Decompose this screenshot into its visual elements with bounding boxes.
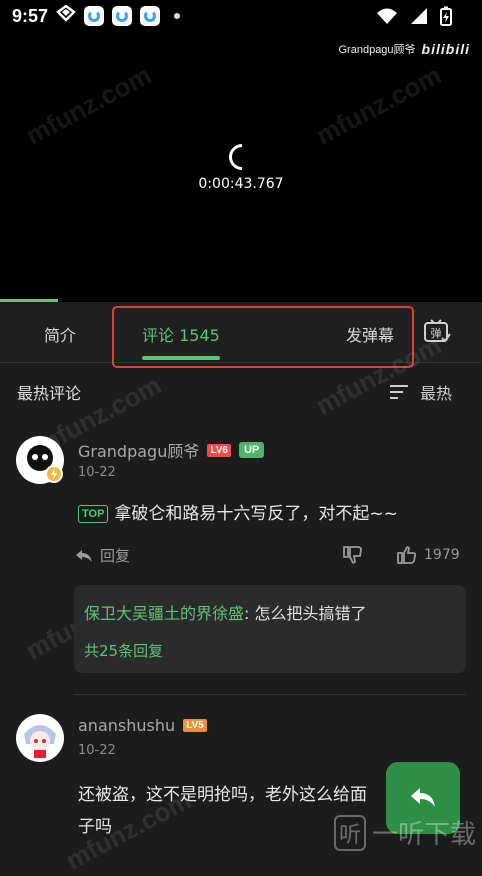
status-bar: 9:57 (0, 0, 482, 32)
thumbs-up-icon (397, 546, 417, 564)
dislike-button[interactable] (342, 545, 364, 569)
app-notification-icon (140, 6, 161, 26)
section-title: 最热评论 (17, 384, 82, 403)
view-all-replies-link[interactable]: 共25条回复 (84, 640, 163, 661)
comment-date: 10-22 (78, 465, 116, 480)
video-timecode: 0:00:43.767 (198, 176, 284, 192)
video-player[interactable]: Grandpagu顾爷 bilibili 0:00:43.767 mfunz.c… (0, 0, 482, 302)
danmaku-icon-label: 弹 (431, 326, 442, 340)
site-watermark-icon: 听 (333, 814, 366, 851)
highlight-annotation-box (112, 306, 414, 368)
reply-button[interactable]: 回复 (74, 545, 130, 566)
sub-reply-line: 保卫大吴疆土的界徐盛: 怎么把头搞错了 (84, 604, 367, 623)
more-notifications-dot-icon (174, 13, 181, 19)
danmaku-toggle-icon[interactable]: 弹 (423, 318, 451, 344)
status-time: 9:57 (12, 5, 49, 26)
battery-charging-icon (440, 6, 452, 31)
comment-username[interactable]: ananshushu LV5 (78, 716, 207, 735)
avatar[interactable] (16, 436, 64, 484)
comment-username[interactable]: Grandpagu顾爷 LV6 UP (78, 438, 265, 462)
comment-text: TOP 拿破仑和路易十六写反了，对不起~~ (78, 498, 458, 530)
notification-diamond-icon (56, 3, 76, 28)
level-badge: LV6 (207, 443, 231, 457)
thumbs-down-icon (343, 546, 362, 564)
divider (74, 694, 466, 695)
sort-icon (389, 385, 408, 399)
wifi-icon (376, 7, 398, 30)
comment-date: 10-22 (78, 743, 116, 758)
sub-reply-box[interactable]: 保卫大吴疆土的界徐盛: 怎么把头搞错了 共25条回复 (74, 585, 466, 673)
reply-arrow-icon (411, 788, 435, 807)
app-notification-icon (84, 6, 105, 26)
comment-sort-bar: 最热评论 最热 (0, 363, 482, 415)
sub-reply-author[interactable]: 保卫大吴疆土的界徐盛 (84, 604, 244, 623)
bilibili-logo: bilibili (421, 41, 470, 57)
tab-intro[interactable]: 简介 (44, 322, 76, 346)
sort-label: 最热 (419, 384, 452, 403)
watermark: mfunz.com (20, 59, 157, 151)
comment-actions: 回复 1979 (74, 545, 464, 569)
sort-toggle[interactable]: 最热 (389, 380, 452, 404)
app-notification-icon (112, 6, 133, 26)
loading-spinner-icon (223, 138, 261, 176)
pinned-tag: TOP (78, 505, 109, 523)
reply-arrow-icon (76, 549, 92, 562)
watermark: mfunz.com (310, 59, 447, 151)
avatar[interactable] (16, 714, 64, 762)
like-count: 1979 (424, 547, 460, 563)
level-badge: LV5 (183, 719, 207, 732)
like-button[interactable]: 1979 (396, 545, 460, 565)
signal-icon (410, 7, 428, 30)
up-badge: UP (238, 442, 265, 458)
site-watermark: 听 一听下载 (333, 814, 476, 851)
video-uploader-watermark: Grandpagu顾爷 bilibili (338, 41, 470, 57)
